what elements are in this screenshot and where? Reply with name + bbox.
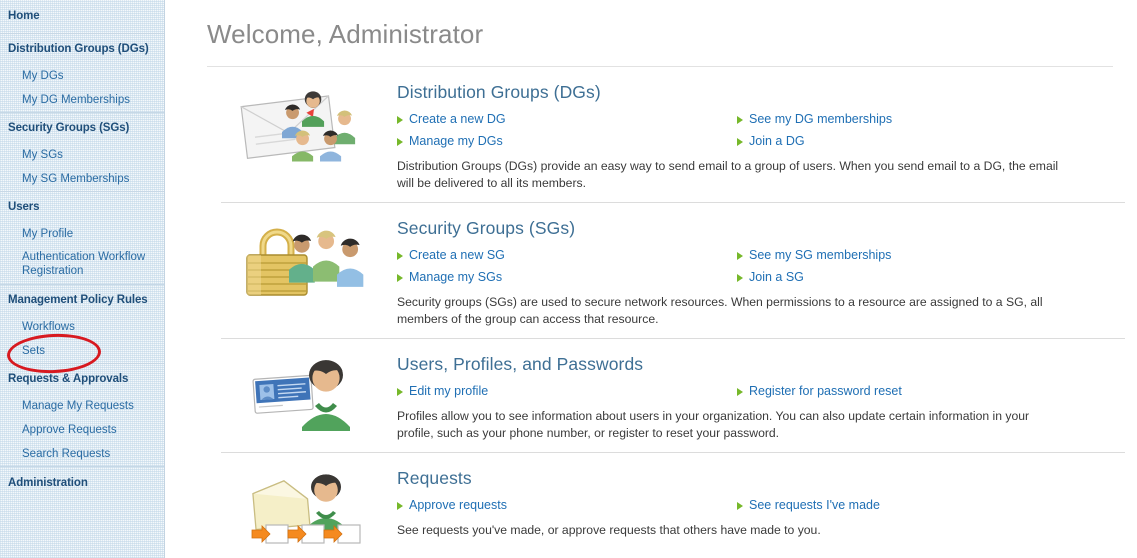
link-create-a-new-dg[interactable]: Create a new DG (409, 109, 506, 129)
green-triangle-bullet-icon (397, 388, 403, 396)
sidebar-item-manage-my-requests[interactable]: Manage My Requests (0, 394, 164, 418)
link-row: See my DG memberships (737, 109, 1125, 129)
sidebar-item-authentication-workflow-registration[interactable]: Authentication Workflow Registration (0, 246, 164, 284)
nav-group-distribution-groups: Distribution Groups (DGs) My DGs My DG M… (0, 33, 164, 112)
green-triangle-bullet-icon (737, 252, 743, 260)
sidebar-item-home[interactable]: Home (0, 0, 164, 33)
section-users-profiles-passwords: Users, Profiles, and Passwords Edit my p… (221, 338, 1125, 452)
link-approve-requests[interactable]: Approve requests (409, 495, 507, 515)
link-grid-users-profiles-passwords: Edit my profile Register for password re… (397, 381, 1125, 401)
link-row: Approve requests (397, 495, 737, 515)
nav-group-security-groups: Security Groups (SGs) My SGs My SG Membe… (0, 112, 164, 191)
link-row: Manage my DGs (397, 131, 737, 151)
green-triangle-bullet-icon (397, 138, 403, 146)
sidebar-item-administration[interactable]: Administration (0, 467, 164, 500)
section-distribution-groups: Distribution Groups (DGs) Create a new D… (221, 67, 1125, 202)
link-row: Create a new DG (397, 109, 737, 129)
section-title-users-profiles-passwords: Users, Profiles, and Passwords (397, 354, 1125, 375)
section-description-users-profiles-passwords: Profiles allow you to see information ab… (397, 408, 1065, 441)
green-triangle-bullet-icon (737, 138, 743, 146)
sidebar-item-my-dgs[interactable]: My DGs (0, 64, 164, 88)
green-triangle-bullet-icon (737, 274, 743, 282)
link-see-requests-ive-made[interactable]: See requests I've made (749, 495, 880, 515)
section-title-distribution-groups: Distribution Groups (DGs) (397, 82, 1125, 103)
sidebar-heading-distribution-groups[interactable]: Distribution Groups (DGs) (0, 34, 164, 64)
link-grid-security-groups: Create a new SG See my SG memberships Ma… (397, 245, 1125, 287)
link-create-a-new-sg[interactable]: Create a new SG (409, 245, 505, 265)
person-with-id-card-icon (221, 353, 397, 431)
link-row: See requests I've made (737, 495, 1125, 515)
sidebar-item-my-sg-memberships[interactable]: My SG Memberships (0, 167, 164, 191)
section-body-users-profiles-passwords: Users, Profiles, and Passwords Edit my p… (397, 353, 1125, 441)
link-row: Manage my SGs (397, 267, 737, 287)
green-triangle-bullet-icon (397, 274, 403, 282)
link-row: Edit my profile (397, 381, 737, 401)
link-row: Join a DG (737, 131, 1125, 151)
nav-group-administration: Administration (0, 466, 164, 500)
page-title: Welcome, Administrator (207, 0, 1125, 66)
envelope-with-people-icon (221, 81, 397, 163)
main-content: Welcome, Administrator (165, 0, 1137, 558)
link-join-a-sg[interactable]: Join a SG (749, 267, 804, 287)
link-grid-requests: Approve requests See requests I've made (397, 495, 1125, 515)
section-description-security-groups: Security groups (SGs) are used to secure… (397, 294, 1065, 327)
green-triangle-bullet-icon (397, 252, 403, 260)
section-body-distribution-groups: Distribution Groups (DGs) Create a new D… (397, 81, 1125, 191)
sidebar-item-search-requests[interactable]: Search Requests (0, 442, 164, 466)
link-edit-my-profile[interactable]: Edit my profile (409, 381, 488, 401)
link-row: Join a SG (737, 267, 1125, 287)
section-title-security-groups: Security Groups (SGs) (397, 218, 1125, 239)
green-triangle-bullet-icon (737, 116, 743, 124)
link-see-my-dg-memberships[interactable]: See my DG memberships (749, 109, 892, 129)
sidebar-item-my-dg-memberships[interactable]: My DG Memberships (0, 88, 164, 112)
link-grid-distribution-groups: Create a new DG See my DG memberships Ma… (397, 109, 1125, 151)
sidebar-item-sets[interactable]: Sets (0, 339, 164, 363)
green-triangle-bullet-icon (737, 388, 743, 396)
link-row: Register for password reset (737, 381, 1125, 401)
section-requests: Requests Approve requests See requests I… (221, 452, 1125, 558)
green-triangle-bullet-icon (397, 502, 403, 510)
sidebar-heading-management-policy-rules[interactable]: Management Policy Rules (0, 285, 164, 315)
section-body-requests: Requests Approve requests See requests I… (397, 467, 1125, 539)
link-join-a-dg[interactable]: Join a DG (749, 131, 805, 151)
sidebar-item-my-profile[interactable]: My Profile (0, 222, 164, 246)
sidebar-item-approve-requests[interactable]: Approve Requests (0, 418, 164, 442)
sidebar-navigation: Home Distribution Groups (DGs) My DGs My… (0, 0, 165, 558)
section-description-requests: See requests you've made, or approve req… (397, 522, 1065, 539)
section-body-security-groups: Security Groups (SGs) Create a new SG Se… (397, 217, 1125, 327)
green-triangle-bullet-icon (397, 116, 403, 124)
link-row: See my SG memberships (737, 245, 1125, 265)
nav-group-users: Users My Profile Authentication Workflow… (0, 191, 164, 284)
app-root: Home Distribution Groups (DGs) My DGs My… (0, 0, 1137, 558)
section-title-requests: Requests (397, 468, 1125, 489)
sidebar-item-workflows[interactable]: Workflows (0, 315, 164, 339)
sidebar-heading-users[interactable]: Users (0, 192, 164, 222)
green-triangle-bullet-icon (737, 502, 743, 510)
nav-group-requests-approvals: Requests & Approvals Manage My Requests … (0, 363, 164, 466)
section-description-distribution-groups: Distribution Groups (DGs) provide an eas… (397, 158, 1065, 191)
link-row: Create a new SG (397, 245, 737, 265)
link-see-my-sg-memberships[interactable]: See my SG memberships (749, 245, 891, 265)
nav-group-management-policy-rules: Management Policy Rules Workflows Sets (0, 284, 164, 363)
sidebar-heading-requests-approvals[interactable]: Requests & Approvals (0, 364, 164, 394)
link-manage-my-sgs[interactable]: Manage my SGs (409, 267, 502, 287)
sidebar-item-my-sgs[interactable]: My SGs (0, 143, 164, 167)
link-register-for-password-reset[interactable]: Register for password reset (749, 381, 902, 401)
padlock-with-people-icon (221, 217, 397, 297)
link-manage-my-dgs[interactable]: Manage my DGs (409, 131, 503, 151)
request-workflow-person-icon (221, 467, 397, 547)
section-security-groups: Security Groups (SGs) Create a new SG Se… (221, 202, 1125, 338)
nav-group-home: Home (0, 0, 164, 33)
sidebar-heading-security-groups[interactable]: Security Groups (SGs) (0, 113, 164, 143)
